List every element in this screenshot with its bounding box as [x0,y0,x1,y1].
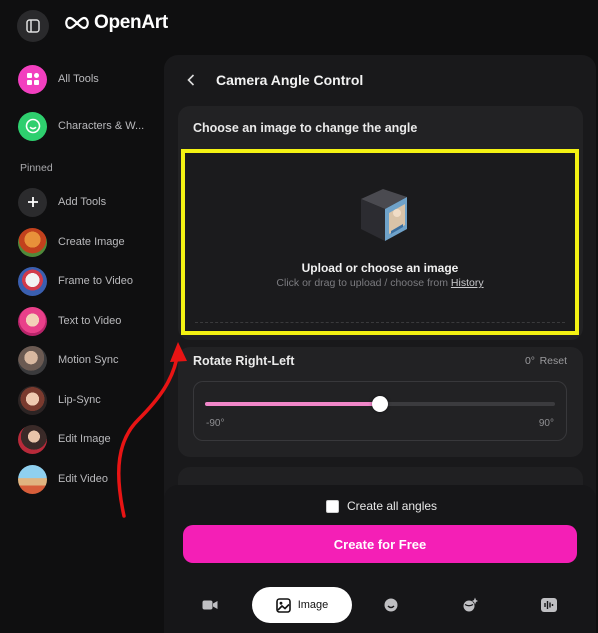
sidebar-item-label: Edit Video [58,473,108,485]
chevron-left-icon [187,74,195,86]
sidebar-item-label: Characters & W... [58,120,145,132]
sidebar-item-edit-video[interactable]: Edit Video [18,464,168,494]
slider-min-label: -90° [206,418,225,429]
sidebar-item-label: Motion Sync [58,354,119,366]
rotate-title: Rotate Right-Left [193,354,295,368]
sidebar-toggle-button[interactable] [17,10,49,42]
sidebar-item-label: All Tools [58,73,99,85]
rotate-card: Rotate Right-Left 0° Reset -90° 90° [178,347,583,457]
checkbox-label: Create all angles [347,499,438,513]
image-icon [275,597,291,613]
image-dropzone[interactable]: Upload or choose an image Click or drag … [181,149,579,335]
sidebar-item-lip-sync[interactable]: Lip-Sync [18,385,168,415]
page-title: Camera Angle Control [216,72,364,88]
sidebar-item-frame-to-video[interactable]: Frame to Video [18,266,168,296]
openart-logo[interactable]: OpenArt [62,12,168,34]
tab-audio[interactable] [531,587,567,623]
tab-image[interactable]: Image [252,587,352,623]
tab-character[interactable] [373,587,409,623]
sidebar-panel-icon [26,19,40,33]
sidebar-item-label: Create Image [58,236,125,248]
sidebar-item-motion-sync[interactable]: Motion Sync [18,345,168,375]
upload-card-title: Choose an image to change the angle [193,121,418,135]
face-icon [384,598,398,612]
slider-max-label: 90° [538,418,554,429]
edit-image-thumbnail [18,424,47,454]
upload-hint: Click or drag to upload / choose from [276,277,448,289]
action-bar: Create all angles Create for Free Image [164,485,596,633]
audio-wave-icon [541,598,557,612]
infinity-logo-icon [65,16,89,30]
history-link[interactable]: History [451,277,484,289]
text-to-video-thumbnail [18,306,47,336]
brand-name: OpenArt [94,12,168,33]
sparkle-globe-icon [463,597,478,612]
smiley-icon [18,111,47,141]
tab-video[interactable] [192,587,228,623]
divider [195,322,565,323]
checkbox-box[interactable] [326,499,339,513]
sidebar-item-text-to-video[interactable]: Text to Video [18,306,168,336]
sidebar-item-label: Text to Video [58,315,122,327]
upload-subtitle: Click or drag to upload / choose from Hi… [185,277,575,289]
motion-sync-thumbnail [18,345,47,375]
upload-title: Upload or choose an image [301,261,459,275]
panel-header: Camera Angle Control [184,71,363,89]
tab-effects[interactable] [452,587,488,623]
sidebar-item-add-tools[interactable]: Add Tools [18,187,168,217]
plus-icon [18,187,47,217]
sidebar-item-all-tools[interactable]: All Tools [18,64,168,94]
cube-image-icon [361,189,407,241]
back-button[interactable] [184,71,198,89]
rotate-value: 0° [524,355,535,367]
rotate-slider-thumb[interactable] [372,396,388,412]
upload-card: Choose an image to change the angle Uplo… [178,106,583,340]
rotate-slider-container: -90° 90° [193,381,567,441]
lip-sync-thumbnail [18,385,47,415]
tab-image-label: Image [297,599,329,611]
edit-video-thumbnail [18,464,47,494]
mode-tab-bar: Image [164,585,596,625]
video-camera-icon [202,600,218,610]
sidebar-item-label: Edit Image [58,433,111,445]
camera-angle-panel: Camera Angle Control Choose an image to … [164,55,596,633]
rotate-reset-button[interactable]: Reset [540,355,567,367]
sidebar-item-edit-image[interactable]: Edit Image [18,424,168,454]
create-all-angles-checkbox[interactable]: Create all angles [326,499,437,513]
sidebar-item-label: Lip-Sync [58,394,101,406]
grid-icon [18,64,47,94]
create-image-thumbnail [18,227,47,257]
sidebar-item-label: Add Tools [58,196,107,208]
create-for-free-button[interactable]: Create for Free [183,525,577,563]
rotate-slider-fill [205,402,380,406]
sidebar-item-create-image[interactable]: Create Image [18,227,168,257]
sidebar-item-characters[interactable]: Characters & W... [18,111,168,141]
sidebar-item-label: Frame to Video [58,275,134,287]
frame-to-video-thumbnail [18,266,47,296]
pinned-section-label: Pinned [20,162,53,174]
rotate-slider-track[interactable] [205,396,555,412]
